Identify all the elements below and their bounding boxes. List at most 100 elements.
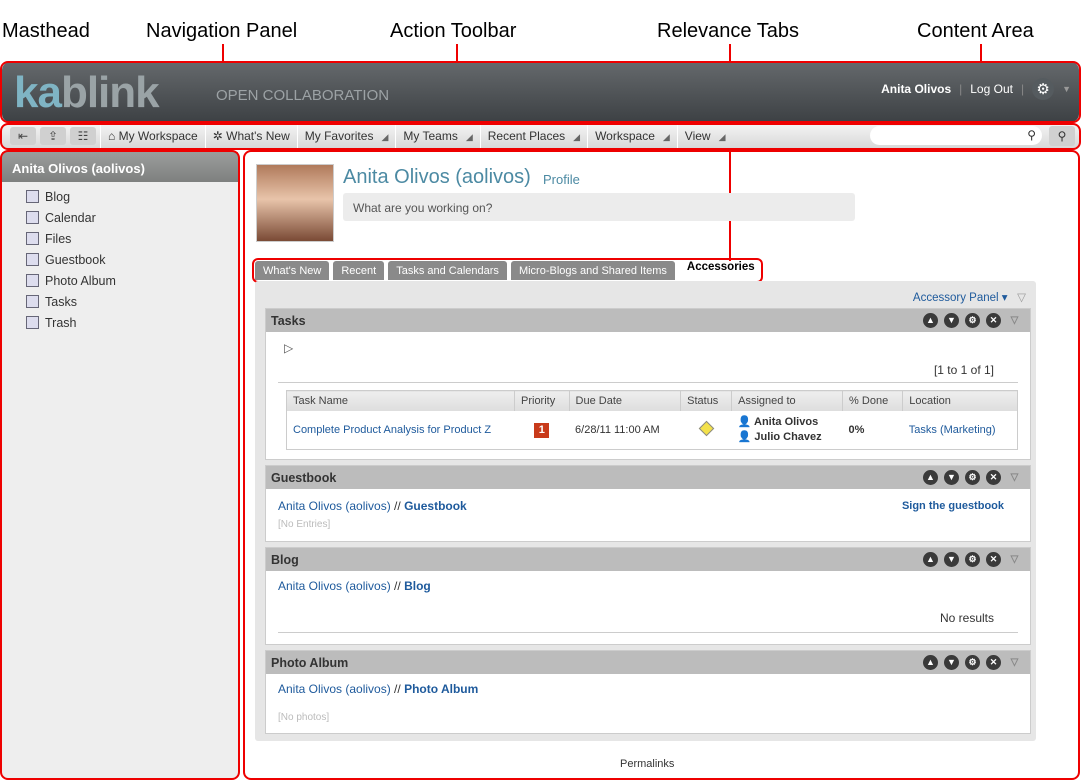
move-down-icon[interactable]: ▼ — [944, 470, 959, 485]
col-task-name[interactable]: Task Name — [286, 390, 515, 411]
collapse-icon[interactable]: ▽ — [1007, 552, 1022, 567]
content-area: Anita Olivos (aolivos) Profile What are … — [245, 152, 1078, 778]
col-due-date[interactable]: Due Date — [569, 390, 682, 411]
owner-link[interactable]: Anita Olivos (aolivos) — [278, 682, 391, 696]
col-priority[interactable]: Priority — [514, 390, 570, 411]
close-icon[interactable]: ✕ — [986, 552, 1001, 567]
settings-icon[interactable]: ⚙ — [965, 655, 980, 670]
sign-guestbook-link[interactable]: Sign the guestbook — [902, 500, 1004, 512]
nav-item-blog[interactable]: Blog — [2, 186, 238, 207]
masthead: kablink OPEN COLLABORATION Anita Olivos … — [2, 62, 1079, 122]
expand-icon[interactable]: ▷ — [284, 341, 293, 355]
search-box: ⚲ — [870, 126, 1042, 145]
photo-title: Photo Album — [271, 656, 349, 670]
nav-item-tasks[interactable]: Tasks — [2, 291, 238, 312]
profile-name[interactable]: Anita Olivos (aolivos) — [343, 166, 531, 189]
status-input[interactable]: What are you working on? — [343, 193, 855, 221]
collapse-icon[interactable]: ▽ — [1007, 655, 1022, 670]
tab-micro-blogs[interactable]: Micro-Blogs and Shared Items — [510, 261, 675, 280]
move-up-icon[interactable]: ▲ — [923, 655, 938, 670]
guestbook-accessory: Guestbook ▲ ▼ ⚙ ✕ ▽ Anita Olivos (aolivos) /… — [265, 465, 1031, 542]
current-user[interactable]: Anita Olivos — [881, 82, 951, 96]
settings-icon[interactable]: ⚙ — [965, 313, 980, 328]
move-up-icon[interactable]: ▲ — [923, 552, 938, 567]
logout-link[interactable]: Log Out — [970, 82, 1013, 96]
col-done[interactable]: % Done — [842, 390, 904, 411]
search-icon[interactable]: ⚲ — [1027, 128, 1036, 142]
assignee[interactable]: 👤 Anita Olivos — [738, 415, 837, 430]
search-input[interactable] — [878, 128, 1018, 143]
navigation-panel: Anita Olivos (aolivos) Blog Calendar Fil… — [2, 152, 238, 778]
collapse-icon[interactable]: ▽ — [1007, 470, 1022, 485]
menu-arrow-icon: ◢ — [718, 132, 726, 142]
profile-link[interactable]: Profile — [543, 172, 580, 187]
blog-link[interactable]: Blog — [404, 579, 431, 593]
tab-accessories[interactable]: Accessories — [678, 261, 763, 280]
accessory-panel-menu[interactable]: Accessory Panel ▾ ▽ — [913, 290, 1026, 304]
close-icon[interactable]: ✕ — [986, 655, 1001, 670]
owner-link[interactable]: Anita Olivos (aolivos) — [278, 579, 391, 593]
photo-album-link[interactable]: Photo Album — [404, 682, 478, 696]
assignee[interactable]: 👤 Julio Chavez — [738, 430, 837, 445]
blog-icon — [26, 190, 39, 203]
nav-item-photo-album[interactable]: Photo Album — [2, 270, 238, 291]
nav-item-trash[interactable]: Trash — [2, 312, 238, 333]
collapse-icon[interactable]: ▽ — [1007, 313, 1022, 328]
task-name-link[interactable]: Complete Product Analysis for Product Z — [287, 411, 515, 450]
chevron-down-icon[interactable]: ▼ — [1062, 84, 1071, 94]
toolbar-workspace[interactable]: Workspace ◢ — [587, 124, 677, 148]
collapse-nav-icon[interactable]: ⇤ — [10, 127, 36, 145]
action-toolbar: ⇤ ⇪ ☷ ⌂ My Workspace ✲ What's New My Fav… — [2, 124, 1079, 148]
toolbar-my-workspace[interactable]: ⌂ My Workspace — [100, 124, 205, 148]
permalinks-link[interactable]: Permalinks — [620, 758, 674, 770]
col-status[interactable]: Status — [680, 390, 733, 411]
col-location[interactable]: Location — [902, 390, 1018, 411]
tree-icon[interactable]: ☷ — [70, 127, 96, 145]
nav-item-guestbook[interactable]: Guestbook — [2, 249, 238, 270]
owner-link[interactable]: Anita Olivos (aolivos) — [278, 499, 391, 513]
menu-arrow-icon: ◢ — [465, 132, 473, 142]
upload-icon[interactable]: ⇪ — [40, 127, 66, 145]
move-down-icon[interactable]: ▼ — [944, 552, 959, 567]
tab-tasks-calendars[interactable]: Tasks and Calendars — [388, 261, 507, 280]
move-up-icon[interactable]: ▲ — [923, 313, 938, 328]
tasks-table: Task Name Priority Due Date Status Assig… — [286, 390, 1018, 450]
priority-icon: 1 — [534, 422, 550, 438]
nav-title: Anita Olivos (aolivos) — [2, 152, 238, 182]
trash-icon — [26, 316, 39, 329]
guestbook-title: Guestbook — [271, 471, 337, 485]
toolbar-whats-new[interactable]: ✲ What's New — [204, 124, 297, 148]
tab-whats-new[interactable]: What's New — [255, 261, 330, 280]
menu-arrow-icon: ◢ — [573, 132, 581, 142]
callout-masthead: Masthead — [2, 20, 90, 42]
toolbar-my-teams[interactable]: My Teams ◢ — [395, 124, 479, 148]
advanced-search-icon[interactable]: ⚲ — [1049, 126, 1075, 146]
tagline: OPEN COLLABORATION — [216, 87, 390, 104]
toolbar-view[interactable]: View ◢ — [676, 124, 733, 148]
move-down-icon[interactable]: ▼ — [944, 655, 959, 670]
close-icon[interactable]: ✕ — [986, 313, 1001, 328]
status-icon[interactable] — [698, 420, 714, 437]
col-assigned[interactable]: Assigned to — [731, 390, 844, 411]
toolbar-recent-places[interactable]: Recent Places ◢ — [479, 124, 587, 148]
settings-icon[interactable]: ⚙ — [965, 552, 980, 567]
kablink-logo[interactable]: kablink — [14, 68, 160, 118]
nav-item-calendar[interactable]: Calendar — [2, 207, 238, 228]
avatar[interactable] — [256, 164, 334, 242]
percent-done: 0% — [848, 424, 865, 436]
callout-content-area: Content Area — [917, 20, 1034, 42]
toolbar-my-favorites[interactable]: My Favorites ◢ — [296, 124, 396, 148]
settings-icon[interactable]: ⚙ — [965, 470, 980, 485]
menu-arrow-icon: ◢ — [662, 132, 670, 142]
tab-recent[interactable]: Recent — [333, 261, 385, 280]
move-up-icon[interactable]: ▲ — [923, 470, 938, 485]
photo-album-accessory: Photo Album ▲ ▼ ⚙ ✕ ▽ Anita Olivos (aolivos)… — [265, 650, 1031, 734]
location-link[interactable]: Tasks (Marketing) — [903, 411, 1018, 450]
blog-accessory: Blog ▲ ▼ ⚙ ✕ ▽ Anita Olivos (aolivos) // Blo… — [265, 547, 1031, 645]
settings-gear-icon[interactable]: ⚙ — [1032, 78, 1055, 100]
nav-item-files[interactable]: Files — [2, 228, 238, 249]
move-down-icon[interactable]: ▼ — [944, 313, 959, 328]
guestbook-icon — [26, 253, 39, 266]
close-icon[interactable]: ✕ — [986, 470, 1001, 485]
guestbook-link[interactable]: Guestbook — [404, 499, 467, 513]
